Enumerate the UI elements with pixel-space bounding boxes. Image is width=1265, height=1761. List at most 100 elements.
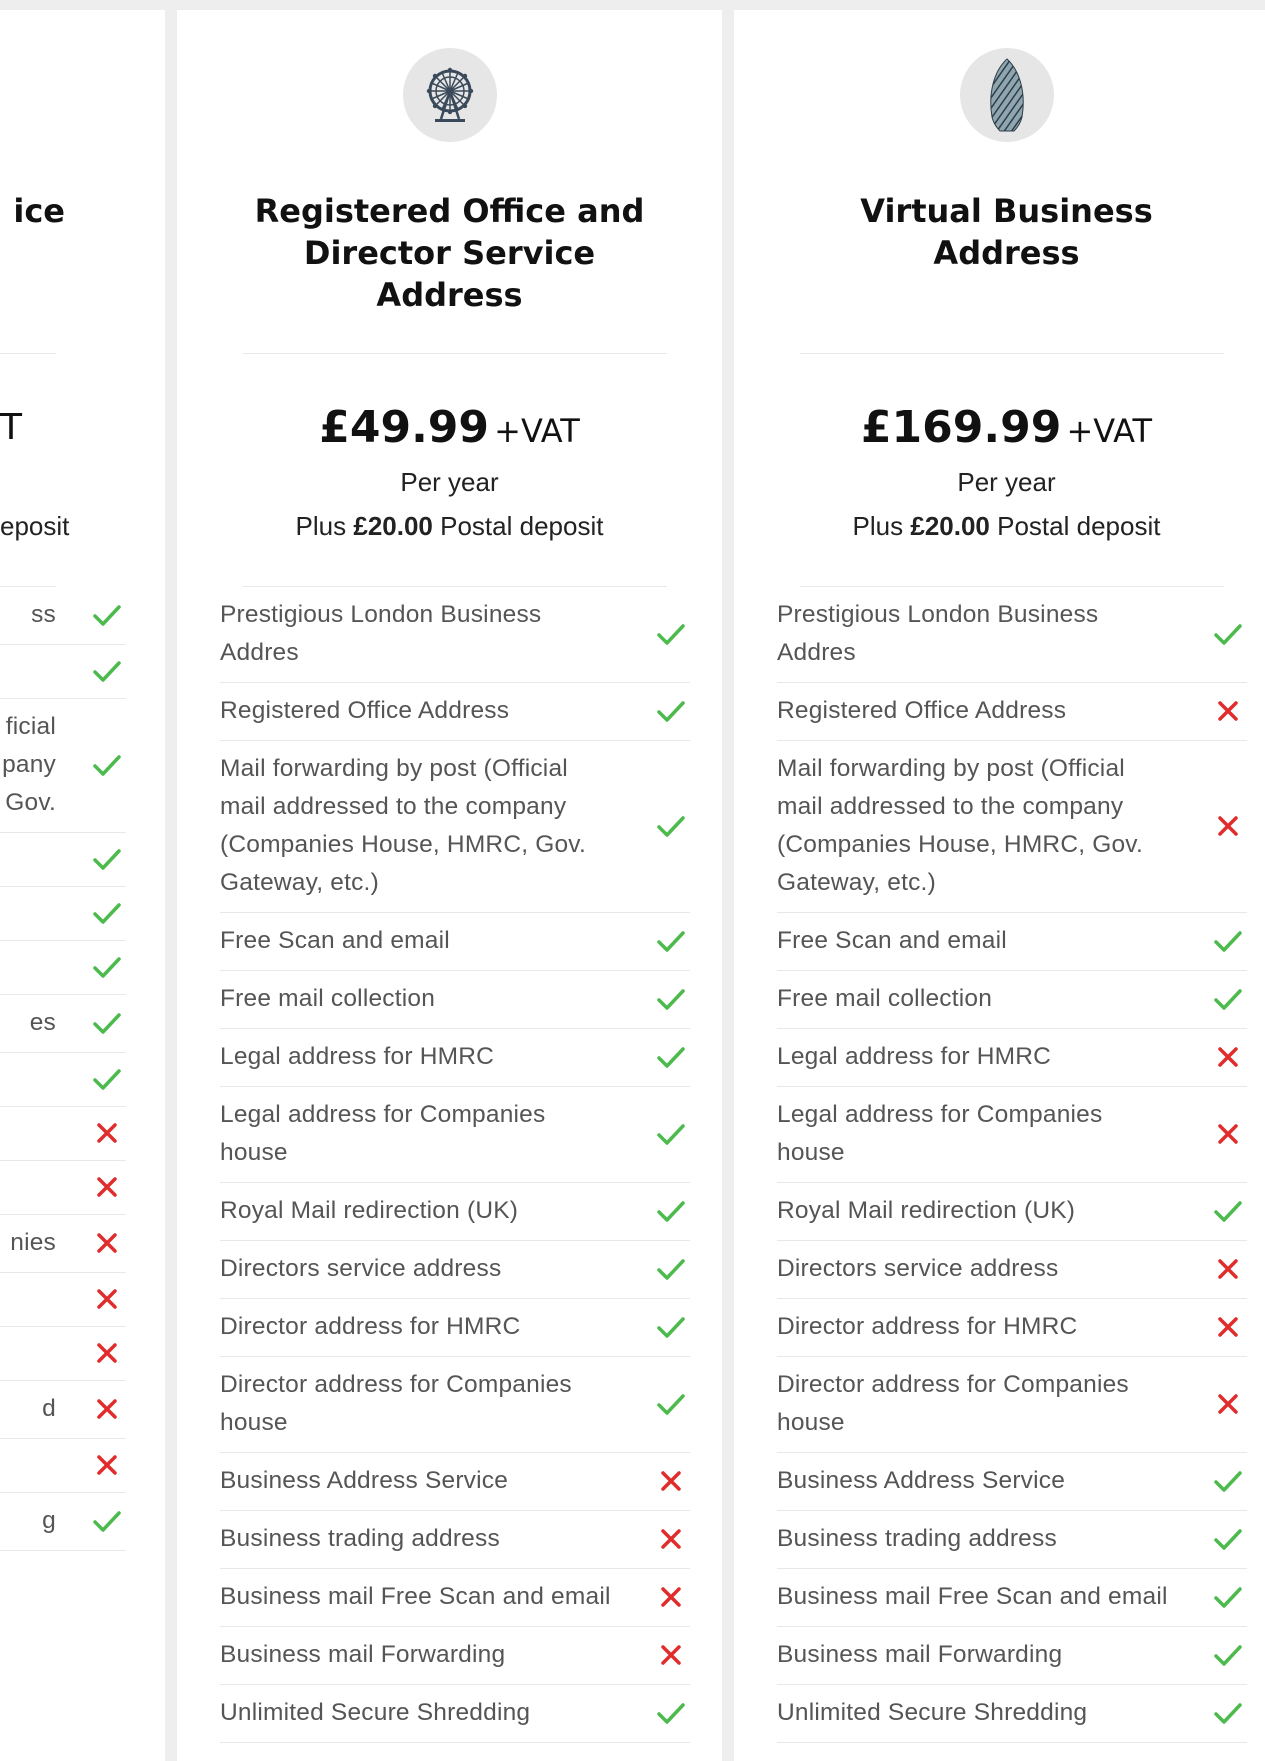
feature-row xyxy=(0,833,126,887)
price-period: Per year xyxy=(400,467,499,497)
feature-row: Royal Mail redirection (UK) xyxy=(220,1183,690,1241)
feature-list: ss ficial pany Gov. es nies d g xyxy=(0,587,126,1551)
check-icon xyxy=(654,1040,688,1074)
ferris-wheel-icon xyxy=(402,48,497,142)
plan-price: £49.99 +VAT xyxy=(183,403,716,462)
check-icon xyxy=(654,617,688,651)
plan-title-line: Director Service xyxy=(303,234,596,272)
cross-icon xyxy=(90,1392,124,1426)
deposit-suffix: Postal deposit xyxy=(440,511,604,541)
cross-icon xyxy=(90,1448,124,1482)
feature-label: g xyxy=(42,1507,56,1534)
feature-label: ficial pany Gov. xyxy=(2,713,56,816)
check-icon xyxy=(1211,617,1245,651)
feature-row: Legal address for HMRC xyxy=(220,1029,690,1087)
feature-row: Director address for Companies house xyxy=(777,1357,1247,1453)
feature-row: Free mail collection xyxy=(777,971,1247,1029)
feature-row: Business mail Forwarding xyxy=(220,1627,690,1685)
cross-icon xyxy=(1211,694,1245,728)
price-amount: £169.99 xyxy=(860,402,1062,453)
feature-row xyxy=(0,1161,126,1215)
check-icon xyxy=(1211,982,1245,1016)
divider xyxy=(0,353,56,354)
check-icon xyxy=(90,842,124,876)
deposit-amount: £20.00 xyxy=(910,511,990,541)
cross-icon xyxy=(1211,1387,1245,1421)
check-icon xyxy=(654,1387,688,1421)
feature-list: Prestigious London Business Addres Regist… xyxy=(220,587,690,1743)
check-icon xyxy=(90,1504,124,1538)
feature-label: Royal Mail redirection (UK) xyxy=(220,1197,519,1224)
feature-row: Legal address for Companies house xyxy=(220,1087,690,1183)
feature-row: Director address for Companies house xyxy=(220,1357,690,1453)
price-vat: T xyxy=(0,407,22,448)
check-icon xyxy=(654,1696,688,1730)
cross-icon xyxy=(90,1336,124,1370)
check-icon xyxy=(654,694,688,728)
cross-icon xyxy=(1211,1310,1245,1344)
feature-label: Registered Office Address xyxy=(220,697,510,724)
feature-label: Business trading address xyxy=(777,1525,1057,1552)
price-amount: £49.99 xyxy=(319,402,490,453)
feature-label: Business Address Service xyxy=(777,1467,1066,1494)
feature-label: Registered Office Address xyxy=(777,697,1067,724)
cross-icon xyxy=(1211,1252,1245,1286)
feature-row xyxy=(0,1439,126,1493)
cross-icon xyxy=(654,1638,688,1672)
feature-row: Unlimited Secure Shredding xyxy=(777,1685,1247,1743)
plan-card-virtual-business: Virtual Business Address £169.99 +VAT Pe… xyxy=(734,10,1265,1761)
check-icon xyxy=(1211,1638,1245,1672)
cross-icon xyxy=(654,1464,688,1498)
feature-label: Business mail Free Scan and email xyxy=(220,1583,611,1610)
feature-label: Director address for Companies house xyxy=(220,1371,572,1436)
feature-label: es xyxy=(29,1009,56,1036)
check-icon xyxy=(90,896,124,930)
feature-row: Registered Office Address xyxy=(220,683,690,741)
cross-icon xyxy=(1211,809,1245,843)
feature-row: nies xyxy=(0,1215,126,1273)
feature-row xyxy=(0,1327,126,1381)
feature-row: Directors service address xyxy=(777,1241,1247,1299)
feature-row: Business trading address xyxy=(777,1511,1247,1569)
plan-card-registered-office: Registered Office and Director Service A… xyxy=(177,10,722,1761)
plan-title-line: Address xyxy=(933,234,1080,272)
price-period: Per year xyxy=(957,467,1056,497)
feature-label: Prestigious London Business Addres xyxy=(220,601,542,666)
check-icon xyxy=(654,924,688,958)
feature-row xyxy=(0,645,126,699)
feature-label: Directors service address xyxy=(777,1255,1059,1282)
check-icon xyxy=(654,1252,688,1286)
check-icon xyxy=(1211,1194,1245,1228)
feature-row: es xyxy=(0,995,126,1053)
feature-row: Business mail Free Scan and email xyxy=(777,1569,1247,1627)
cross-icon xyxy=(90,1282,124,1316)
feature-label: Legal address for HMRC xyxy=(220,1043,495,1070)
feature-label: Business mail Forwarding xyxy=(220,1641,506,1668)
feature-row: Director address for HMRC xyxy=(777,1299,1247,1357)
check-icon xyxy=(90,748,124,782)
feature-label: Director address for HMRC xyxy=(777,1313,1078,1340)
cross-icon xyxy=(90,1170,124,1204)
plan-title-line: ice xyxy=(13,192,65,230)
feature-row: Business mail Free Scan and email xyxy=(220,1569,690,1627)
feature-label: Directors service address xyxy=(220,1255,502,1282)
feature-row: Prestigious London Business Addres xyxy=(777,587,1247,683)
feature-row: Free mail collection xyxy=(220,971,690,1029)
plan-title-line: Address xyxy=(376,276,523,314)
cross-icon xyxy=(1211,1040,1245,1074)
feature-row: g xyxy=(0,1493,126,1551)
feature-row: Mail forwarding by post (Official mail a… xyxy=(777,741,1247,913)
feature-label: Prestigious London Business Addres xyxy=(777,601,1099,666)
feature-label: Director address for HMRC xyxy=(220,1313,521,1340)
feature-row: Free Scan and email xyxy=(220,913,690,971)
check-icon xyxy=(90,654,124,688)
feature-label: nies xyxy=(10,1229,56,1256)
feature-row: Business trading address xyxy=(220,1511,690,1569)
deposit-amount: £20.00 xyxy=(353,511,433,541)
feature-row: Directors service address xyxy=(220,1241,690,1299)
check-icon xyxy=(654,1310,688,1344)
check-icon xyxy=(654,1117,688,1151)
feature-label: d xyxy=(42,1395,56,1422)
feature-row: Director address for HMRC xyxy=(220,1299,690,1357)
feature-label: Royal Mail redirection (UK) xyxy=(777,1197,1076,1224)
